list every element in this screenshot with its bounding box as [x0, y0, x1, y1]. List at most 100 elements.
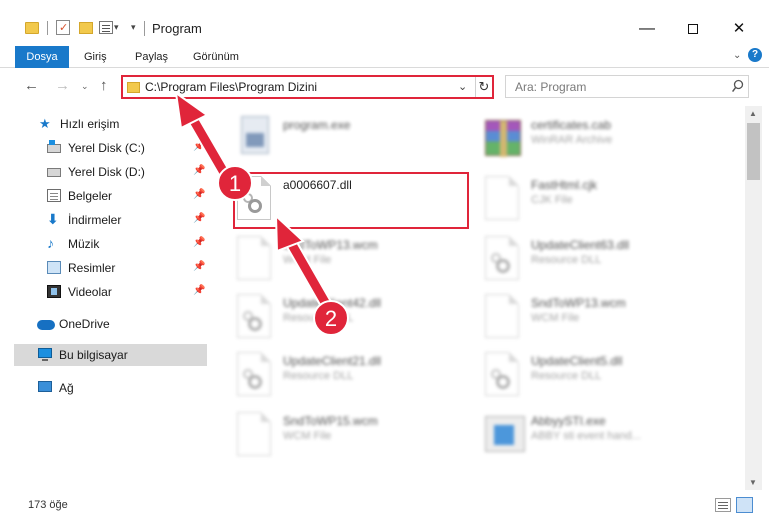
pin-icon[interactable]: 📌	[193, 141, 205, 152]
pin-icon[interactable]: 📌	[193, 261, 205, 272]
sidebar-item-label: Bu bilgisayar	[59, 348, 128, 362]
expand-ribbon-icon[interactable]: ⌄	[733, 50, 741, 61]
scroll-up-icon[interactable]: ▲	[749, 109, 757, 118]
sidebar-item-label: Yerel Disk (D:)	[68, 165, 145, 179]
tab-file[interactable]: Dosya	[15, 46, 69, 69]
file-name: UpdateClient21.dll	[283, 354, 382, 368]
sidebar-item-local-disk-c[interactable]: Yerel Disk (C:) 📌	[0, 137, 207, 159]
sidebar-item-local-disk-d[interactable]: Yerel Disk (D:) 📌	[0, 161, 207, 183]
maximize-button[interactable]	[670, 17, 716, 41]
file-type: Resource DLL	[531, 254, 602, 266]
sidebar-item-label: Belgeler	[68, 189, 113, 203]
file-name: certificates.cab	[531, 118, 612, 132]
pin-icon[interactable]: 📌	[193, 237, 205, 248]
file-type: Resource DLL	[531, 370, 602, 382]
file-type: Resource DLL	[283, 370, 354, 382]
back-button[interactable]: ←	[24, 77, 39, 94]
list-item[interactable]: SndToWP13.wcm WCM File	[457, 290, 697, 348]
exe-icon	[485, 412, 525, 458]
pin-icon[interactable]: 📌	[193, 165, 205, 176]
properties-icon[interactable]	[99, 21, 113, 34]
computer-icon	[38, 348, 52, 361]
properties-check-icon[interactable]: ✓	[56, 20, 70, 35]
chevron-down-icon[interactable]: ▾	[114, 22, 119, 33]
sidebar-item-label: Ağ	[59, 381, 74, 395]
sidebar-item-label: Müzik	[68, 237, 100, 251]
file-icon	[237, 412, 273, 458]
sidebar-item-documents[interactable]: Belgeler 📌	[0, 185, 207, 207]
refresh-button[interactable]: ↻	[475, 77, 492, 97]
customize-toolbar-icon[interactable]: ▾	[131, 22, 136, 33]
dll-file-icon	[237, 352, 273, 398]
help-icon[interactable]: ?	[748, 48, 762, 62]
list-item[interactable]: UpdateClient5.dll Resource DLL	[457, 348, 697, 406]
file-name: SndToWP15.wcm	[283, 414, 378, 428]
list-item[interactable]: UpdateClient21.dll Resource DLL	[209, 348, 449, 406]
file-icon	[485, 294, 521, 340]
file-type: WCM File	[531, 312, 580, 324]
address-bar[interactable]: C:\Program Files\Program Dizini ⌄ ↻	[121, 75, 494, 99]
up-button[interactable]: ↑	[100, 77, 108, 94]
details-view-icon[interactable]	[715, 498, 731, 512]
sidebar-item-videos[interactable]: Videolar 📌	[0, 281, 207, 303]
file-type: WCM File	[283, 254, 332, 266]
minimize-button[interactable]: —	[624, 17, 670, 41]
tab-home[interactable]: Giriş	[84, 47, 107, 68]
list-item[interactable]: FastHtml.cjk CJK File	[457, 172, 697, 230]
file-name: SndToWP13.wcm	[531, 296, 626, 310]
separator	[47, 21, 48, 35]
scrollbar-thumb[interactable]	[747, 123, 760, 180]
sidebar-item-label: Videolar	[68, 285, 112, 299]
recent-locations-button[interactable]: ⌄	[81, 81, 89, 92]
file-name: FastHtml.cjk	[531, 178, 597, 192]
sidebar-item-pictures[interactable]: Resimler 📌	[0, 257, 207, 279]
forward-button[interactable]: →	[55, 77, 70, 94]
download-icon: ⬇	[47, 211, 59, 227]
tab-view[interactable]: Görünüm	[193, 47, 239, 68]
pin-icon[interactable]: 📌	[193, 189, 205, 200]
address-dropdown-icon[interactable]: ⌄	[458, 80, 467, 93]
maximize-icon	[688, 23, 698, 34]
address-path[interactable]: C:\Program Files\Program Dizini	[145, 80, 317, 94]
folder-icon[interactable]	[25, 22, 39, 34]
list-item[interactable]: SndToWP13.wcm WCM File	[209, 232, 449, 290]
star-icon: ★	[39, 116, 51, 131]
sidebar-item-downloads[interactable]: ⬇ İndirmeler 📌	[0, 209, 207, 231]
scroll-down-icon[interactable]: ▼	[749, 478, 757, 487]
search-input[interactable]: Ara: Program	[505, 75, 749, 98]
sidebar-item-quick-access[interactable]: ★ Hızlı erişim	[0, 113, 207, 135]
sidebar-item-label: Yerel Disk (C:)	[68, 141, 145, 155]
list-item[interactable]: UpdateClient63.dll Resource DLL	[457, 232, 697, 290]
file-icon	[485, 176, 521, 222]
file-name: UpdateClient5.dll	[531, 354, 623, 368]
folder-icon	[127, 82, 140, 93]
file-name: SndToWP13.wcm	[283, 238, 378, 252]
list-item[interactable]: UpdateClient42.dll Resource DLL	[209, 290, 449, 348]
sidebar-item-label: Hızlı erişim	[60, 117, 120, 131]
new-folder-icon[interactable]	[79, 22, 93, 34]
sidebar-item-onedrive[interactable]: OneDrive	[0, 313, 207, 335]
title-bar: ✓ ▾ ▾ Program — ✕	[0, 0, 769, 44]
file-list: program.exe certificates.cab WinRAR Arch…	[209, 106, 745, 490]
pin-icon[interactable]: 📌	[193, 213, 205, 224]
list-item[interactable]: SndToWP15.wcm WCM File	[209, 408, 449, 466]
winrar-icon	[485, 116, 521, 162]
pin-icon[interactable]: 📌	[193, 285, 205, 296]
sidebar-item-music[interactable]: ♪ Müzik 📌	[0, 233, 207, 255]
sidebar-item-this-pc[interactable]: Bu bilgisayar	[14, 344, 207, 366]
list-item[interactable]: AbbyySTI.exe ABBY sti event hand...	[457, 408, 697, 466]
close-button[interactable]: ✕	[716, 17, 762, 41]
sidebar-item-network[interactable]: Ağ	[0, 377, 207, 399]
file-type: CJK File	[531, 194, 573, 206]
list-item[interactable]: program.exe	[209, 112, 449, 170]
list-item[interactable]: certificates.cab WinRAR Archive	[457, 112, 697, 170]
ribbon: Dosya Giriş Paylaş Görünüm ⌄ ?	[0, 44, 769, 69]
large-icons-view-icon[interactable]	[736, 497, 753, 513]
vertical-scrollbar[interactable]: ▲ ▼	[745, 106, 762, 490]
status-bar: 173 öğe	[0, 490, 769, 526]
dll-file-icon	[237, 294, 273, 340]
window-title: Program	[152, 21, 202, 36]
tab-share[interactable]: Paylaş	[135, 47, 168, 68]
search-icon[interactable]	[732, 79, 744, 95]
file-type: Resource DLL	[283, 312, 354, 324]
